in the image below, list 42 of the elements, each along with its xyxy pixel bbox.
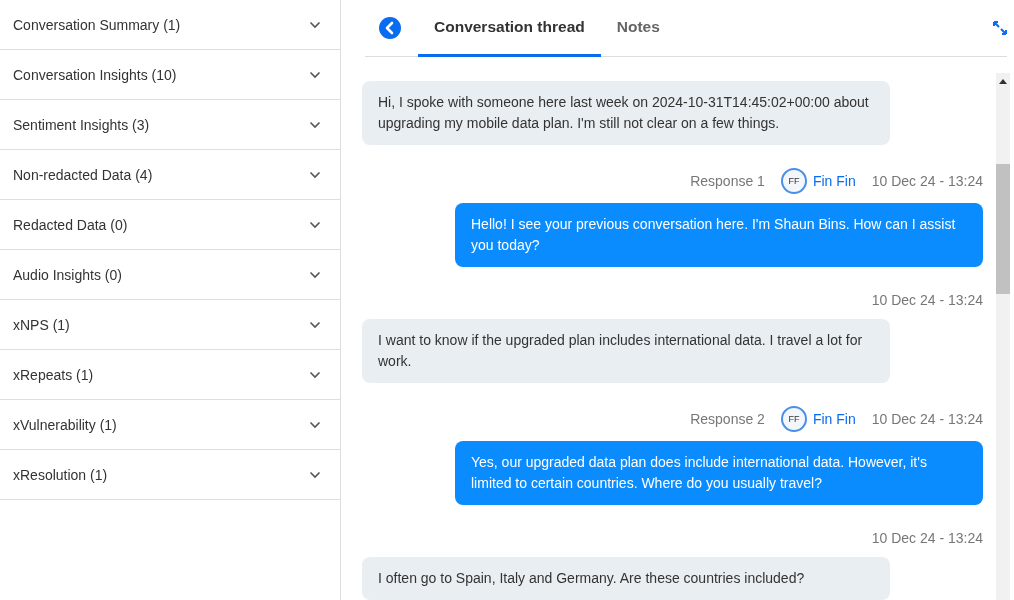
response-label: Response 2 xyxy=(690,411,765,427)
chevron-icon xyxy=(309,20,321,29)
accordion-header[interactable]: xNPS (1) xyxy=(0,300,340,350)
accordion-header[interactable]: Conversation Insights (10) xyxy=(0,50,340,100)
chevron-icon xyxy=(309,220,321,229)
scrollbar-thumb[interactable] xyxy=(996,164,1010,294)
scrollbar[interactable] xyxy=(996,73,1010,600)
chevron-icon xyxy=(309,420,321,429)
scroll-up-icon[interactable] xyxy=(999,79,1007,84)
customer-message: I want to know if the upgraded plan includes international data. I travel a lot for work. xyxy=(362,319,890,383)
tab[interactable]: Notes xyxy=(600,0,676,57)
chevron-icon xyxy=(309,170,321,179)
agent-message: Hello! I see your previous conversation here. I'm Shaun Bins. How can I assist you today? xyxy=(455,203,983,267)
accordion-header[interactable]: Redacted Data (0) xyxy=(0,200,340,250)
accordion-header[interactable]: Audio Insights (0) xyxy=(0,250,340,300)
chevron-icon xyxy=(309,120,321,129)
agent-message: Yes, our upgraded data plan does include international data. However, it's limited to certain countries. Where do you usually travel? xyxy=(455,441,983,505)
accordion-header[interactable]: Sentiment Insights (3) xyxy=(0,100,340,150)
agent-name: Fin Fin xyxy=(812,173,856,189)
chevron-icon xyxy=(309,470,321,479)
back-button[interactable] xyxy=(379,17,401,39)
customer-message: I often go to Spain, Italy and Germany. Are these countries included? xyxy=(362,557,890,600)
message-time: 10 Dec 24 - 13:24 xyxy=(871,411,983,427)
tab[interactable]: Conversation thread xyxy=(418,0,601,57)
agent-avatar: FF xyxy=(780,406,807,432)
expand-icon[interactable] xyxy=(993,21,1007,35)
chevron-icon xyxy=(309,70,321,79)
customer-message: Hi, I spoke with someone here last week on 2024-10-31T14:45:02+00:00 about upgrading my mobile data plan. I'm still not clear on a few things. xyxy=(362,81,890,145)
message-time: 10 Dec 24 - 13:24 xyxy=(871,292,983,308)
message-time: 10 Dec 24 - 13:24 xyxy=(871,530,983,546)
accordion-header[interactable]: Non-redacted Data (4) xyxy=(0,150,340,200)
accordion-header[interactable]: xResolution (1) xyxy=(0,450,340,500)
chevron-icon xyxy=(309,320,321,329)
agent-name: Fin Fin xyxy=(812,411,856,427)
accordion-header[interactable]: Conversation Summary (1) xyxy=(0,0,340,50)
accordion-header[interactable]: xRepeats (1) xyxy=(0,350,340,400)
agent-avatar: FF xyxy=(780,168,807,194)
chevron-icon xyxy=(309,270,321,279)
chevron-icon xyxy=(309,370,321,379)
message-time: 10 Dec 24 - 13:24 xyxy=(871,173,983,189)
accordion-header[interactable]: xVulnerability (1) xyxy=(0,400,340,450)
response-label: Response 1 xyxy=(690,173,765,189)
